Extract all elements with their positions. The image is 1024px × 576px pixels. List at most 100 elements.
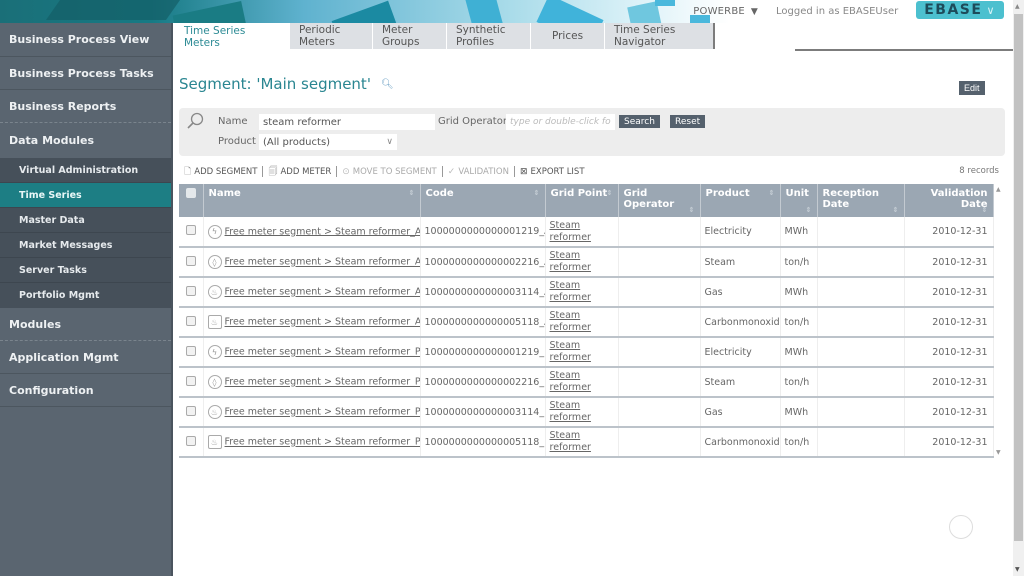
column-header-validation-date[interactable]: Validation Date ⇕ — [904, 184, 994, 217]
scroll-up-icon[interactable]: ▲ — [1015, 3, 1020, 10]
page-scrollbar[interactable]: ▲ ▼ — [1013, 0, 1024, 576]
row-checkbox[interactable] — [185, 375, 196, 386]
select-all-checkbox[interactable] — [185, 188, 196, 198]
add-meter-button[interactable]: 🗐︎ Add Meter — [268, 164, 331, 180]
table-row[interactable]: ♨ Free meter segment > Steam reformer_AC… — [179, 307, 994, 338]
row-checkbox[interactable] — [185, 405, 196, 416]
grid-point-link[interactable]: Steam reformer — [550, 250, 614, 274]
table-scroll-down-icon[interactable]: ▼ — [996, 449, 1001, 456]
grid-point-link[interactable]: Steam reformer — [550, 220, 614, 244]
magnifier-icon[interactable]: 🔍︎ — [381, 79, 394, 90]
name-input[interactable] — [259, 114, 435, 130]
column-header-product[interactable]: Product ⇕ — [700, 184, 781, 217]
ebase-logo[interactable]: EBASE ∨ — [916, 1, 1004, 19]
sidebar-item-data-modules[interactable]: Data Modules — [0, 123, 171, 158]
sort-icon[interactable]: ⇕ — [409, 189, 415, 197]
tab-time-series-meters[interactable]: Time Series Meters — [175, 23, 290, 50]
table-row[interactable]: ϟ Free meter segment > Steam reformer_PL… — [179, 337, 994, 368]
sidebar-subitem-master-data[interactable]: Master Data — [0, 208, 171, 233]
sidebar-subitem-server-tasks[interactable]: Server Tasks — [0, 258, 171, 283]
sort-icon[interactable]: ⇕ — [982, 206, 988, 214]
move-to-segment-button[interactable]: ⊙ Move to Segment — [342, 167, 437, 177]
add-segment-label: Add Segment — [194, 166, 258, 177]
table-row[interactable]: ϟ Free meter segment > Steam reformer_AC… — [179, 217, 994, 248]
row-select-cell — [179, 337, 204, 368]
grid-point-link[interactable]: Steam reformer — [550, 340, 614, 364]
sidebar-item-business-process-tasks[interactable]: Business Process Tasks — [0, 57, 171, 90]
table-scroll-up-icon[interactable]: ▲ — [996, 186, 1001, 193]
sort-icon[interactable]: ⇕ — [769, 189, 775, 197]
grid-point-link[interactable]: Steam reformer — [550, 370, 614, 394]
table-row[interactable]: ♨ Free meter segment > Steam reformer_PL… — [179, 427, 994, 458]
row-checkbox[interactable] — [185, 315, 196, 326]
meter-name-link[interactable]: Free meter segment > Steam reformer_PLAN — [225, 437, 419, 448]
meter-name-link[interactable]: Free meter segment > Steam reformer_ACT — [225, 317, 419, 328]
column-header-reception-date[interactable]: Reception Date ⇕ — [817, 184, 905, 217]
sidebar-subitem-virtual-administration[interactable]: Virtual Administration — [0, 158, 171, 183]
row-checkbox[interactable] — [185, 255, 196, 266]
environment-selector[interactable]: POWERBE ▼ — [693, 6, 758, 17]
edit-button[interactable]: Edit — [959, 81, 985, 95]
grid-operator-input[interactable] — [506, 114, 615, 130]
table-row[interactable]: ◊ Free meter segment > Steam reformer_AC… — [179, 247, 994, 278]
caret-down-icon: ▼ — [750, 6, 759, 17]
meter-name-link[interactable]: Free meter segment > Steam reformer_PLAN — [225, 377, 419, 388]
meter-name-link[interactable]: Free meter segment > Steam reformer_PLAN — [225, 347, 419, 358]
product-select[interactable]: (All products) ∨ — [259, 134, 397, 150]
code-cell: 1000000000000001219_ACT — [420, 217, 546, 248]
column-header-grid-operator[interactable]: Grid Operator ⇕ — [618, 184, 701, 217]
meter-name-link[interactable]: Free meter segment > Steam reformer_ACT — [225, 257, 419, 268]
name-cell: ♨ Free meter segment > Steam reformer_PL… — [203, 427, 421, 458]
code-cell: 1000000000000002216_PLAN — [420, 367, 546, 398]
grid-operator-cell — [618, 397, 701, 428]
table-row[interactable]: ♨ Free meter segment > Steam reformer_AC… — [179, 277, 994, 308]
validation-button[interactable]: ✓ Validation — [448, 167, 509, 177]
grid-operator-cell — [618, 367, 701, 398]
table-row[interactable]: ♨ Free meter segment > Steam reformer_PL… — [179, 397, 994, 428]
sidebar-subitem-time-series[interactable]: Time Series — [0, 183, 171, 208]
sort-icon[interactable]: ⇕ — [607, 189, 613, 197]
scroll-down-icon[interactable]: ▼ — [1015, 566, 1020, 573]
validation-date-cell: 2010-12-31 — [904, 217, 994, 248]
sidebar-subitem-portfolio-mgmt[interactable]: Portfolio Mgmt — [0, 283, 171, 308]
column-header-grid-point[interactable]: Grid Point ⇕ — [545, 184, 619, 217]
column-header-code[interactable]: Code ⇕ — [420, 184, 546, 217]
sidebar-item-modules[interactable]: Modules — [0, 308, 171, 341]
table-row[interactable]: ◊ Free meter segment > Steam reformer_PL… — [179, 367, 994, 398]
scrollbar-thumb[interactable] — [1014, 14, 1023, 541]
sort-icon[interactable]: ⇕ — [534, 189, 540, 197]
sort-icon[interactable]: ⇕ — [806, 206, 812, 214]
tab-time-series-navigator[interactable]: Time Series Navigator — [605, 23, 715, 49]
sidebar-subitem-market-messages[interactable]: Market Messages — [0, 233, 171, 258]
add-segment-button[interactable]: 🗋︎ Add Segment — [184, 164, 257, 180]
sidebar-item-business-process-view[interactable]: Business Process View — [0, 23, 171, 57]
sidebar-item-label: Configuration — [9, 383, 94, 397]
row-checkbox[interactable] — [185, 225, 196, 235]
column-header-unit[interactable]: Unit ⇕ — [780, 184, 818, 217]
sidebar-item-configuration[interactable]: Configuration — [0, 374, 171, 407]
sort-icon[interactable]: ⇕ — [689, 206, 695, 214]
row-checkbox[interactable] — [185, 435, 196, 446]
grid-point-link[interactable]: Steam reformer — [550, 430, 614, 454]
search-button[interactable]: Search — [619, 115, 660, 128]
row-checkbox[interactable] — [185, 285, 196, 296]
sort-icon[interactable]: ⇕ — [893, 206, 899, 214]
row-checkbox[interactable] — [185, 345, 196, 356]
grid-point-link[interactable]: Steam reformer — [550, 310, 614, 334]
sidebar-item-business-reports[interactable]: Business Reports — [0, 90, 171, 123]
meter-name-link[interactable]: Free meter segment > Steam reformer_PLAN — [225, 407, 419, 418]
sidebar-item-label: Business Process Tasks — [9, 66, 154, 80]
meter-name-link[interactable]: Free meter segment > Steam reformer_ACT — [225, 226, 419, 237]
tab-periodic-meters[interactable]: Periodic Meters — [290, 23, 373, 49]
export-list-button[interactable]: ⊠ Export List — [520, 167, 585, 177]
sidebar-item-application-mgmt[interactable]: Application Mgmt — [0, 341, 171, 374]
tab-prices[interactable]: Prices — [531, 23, 605, 49]
meter-name-link[interactable]: Free meter segment > Steam reformer_ACT — [225, 287, 419, 298]
tab-meter-groups[interactable]: Meter Groups — [373, 23, 447, 49]
grid-point-link[interactable]: Steam reformer — [550, 280, 614, 304]
tab-synthetic-profiles[interactable]: Synthetic Profiles — [447, 23, 531, 49]
code-cell: 1000000000000002216_ACT — [420, 247, 546, 278]
grid-point-link[interactable]: Steam reformer — [550, 400, 614, 424]
reset-button[interactable]: Reset — [670, 115, 706, 128]
column-header-name[interactable]: Name ⇕ — [203, 184, 421, 217]
